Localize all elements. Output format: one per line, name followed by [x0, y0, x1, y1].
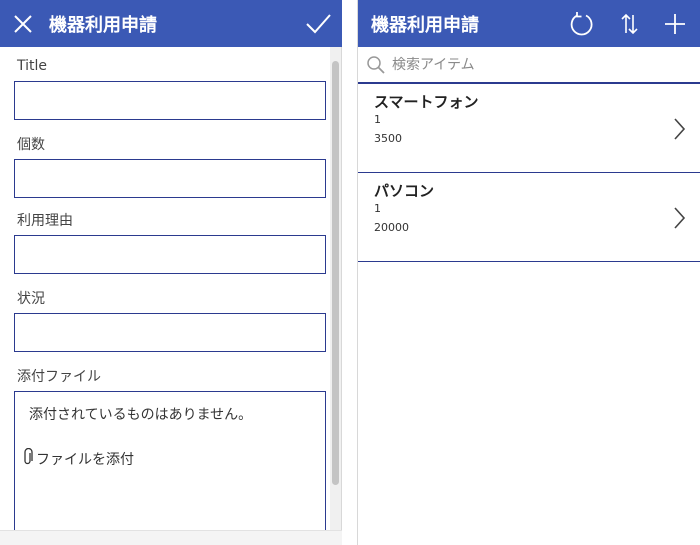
item-body: 3500: [374, 132, 402, 145]
reason-field[interactable]: [14, 235, 326, 274]
attachments-empty-text: 添付されているものはありません。: [29, 407, 253, 423]
item-subtitle: 1: [374, 202, 381, 215]
chevron-right-icon[interactable]: [672, 206, 686, 234]
refresh-icon[interactable]: [568, 10, 596, 38]
attach-file-button[interactable]: ファイルを添付: [23, 447, 134, 470]
attachments-control: 添付されているものはありません。 ファイルを添付: [14, 391, 326, 530]
field-label-title: Title: [17, 58, 48, 74]
browse-screen: 機器利用申請 スマートフォン 1 3500: [357, 0, 700, 545]
gallery-item[interactable]: スマートフォン 1 3500: [358, 84, 700, 173]
checkmark-icon[interactable]: [304, 11, 332, 37]
scrollbar-thumb[interactable]: [332, 61, 339, 485]
chevron-right-icon[interactable]: [672, 117, 686, 145]
field-label-attachments: 添付ファイル: [17, 369, 101, 385]
close-icon[interactable]: [11, 12, 35, 36]
status-field[interactable]: [14, 313, 326, 352]
item-body: 20000: [374, 221, 409, 234]
search-input[interactable]: [392, 53, 682, 77]
quantity-field[interactable]: [14, 159, 326, 198]
form-bottom-bar: [0, 530, 342, 545]
paperclip-icon: [23, 447, 36, 470]
field-label-reason: 利用理由: [17, 213, 73, 229]
field-label-status: 状況: [17, 291, 45, 307]
panel-gap: [342, 0, 357, 545]
title-field[interactable]: [14, 81, 326, 120]
form-scrollbar[interactable]: [330, 47, 341, 530]
item-title: スマートフォン: [374, 93, 479, 111]
gallery-item[interactable]: パソコン 1 20000: [358, 173, 700, 262]
plus-icon[interactable]: [661, 10, 689, 38]
item-title: パソコン: [374, 182, 435, 200]
field-label-quantity: 個数: [17, 137, 45, 153]
form-header: 機器利用申請: [0, 0, 342, 47]
edit-form-screen: 機器利用申請 Title 個数 利用理由 状況 添付ファイル 添付されているもの…: [0, 0, 342, 545]
browse-title: 機器利用申請: [371, 15, 479, 36]
sort-icon[interactable]: [616, 10, 644, 38]
item-subtitle: 1: [374, 113, 381, 126]
attach-file-label: ファイルを添付: [36, 452, 134, 468]
form-body: Title 個数 利用理由 状況 添付ファイル 添付されているものはありません。…: [0, 47, 330, 530]
browse-header: 機器利用申請: [358, 0, 700, 47]
search-icon: [366, 55, 386, 79]
form-title: 機器利用申請: [49, 15, 157, 36]
search-bar: [358, 47, 700, 84]
